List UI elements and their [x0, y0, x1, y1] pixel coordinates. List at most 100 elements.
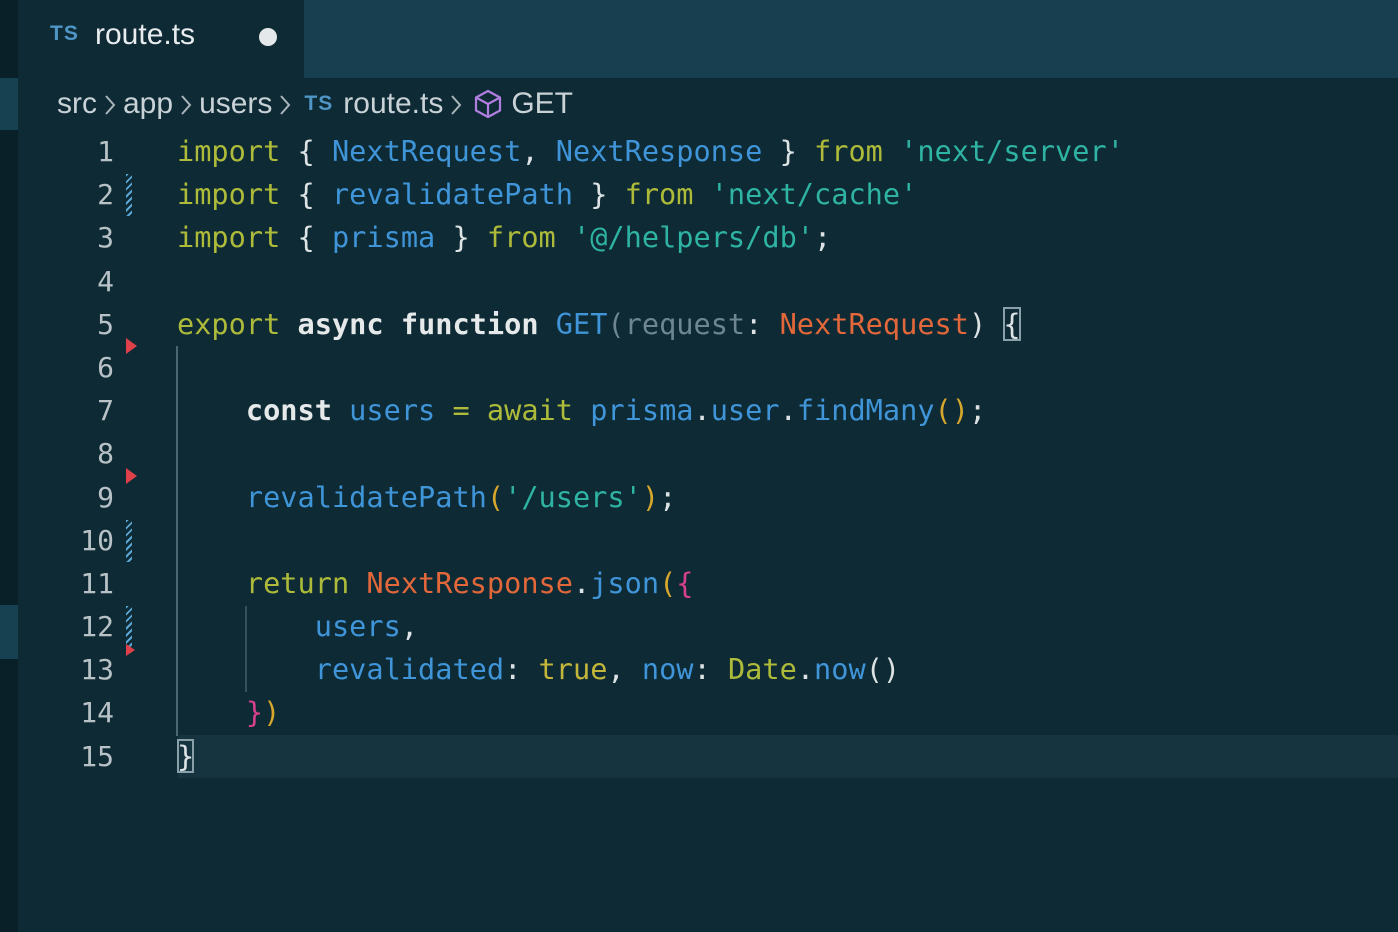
- deleted-line-gutter-icon[interactable]: [126, 468, 137, 484]
- punctuation: }: [779, 134, 797, 168]
- activity-active-marker-top: [0, 78, 18, 130]
- punctuation: }: [452, 220, 470, 255]
- activity-strip: [0, 0, 18, 932]
- type-annotation: NextRequest: [779, 306, 969, 341]
- tab-bar: TS route.ts: [18, 0, 1398, 78]
- punctuation: {: [297, 220, 315, 255]
- code-line-15: }: [177, 735, 1398, 778]
- code-content[interactable]: import { NextRequest, NextResponse } fro…: [177, 130, 1398, 778]
- string: 'next/server': [900, 134, 1124, 168]
- unsaved-dot-icon[interactable]: [259, 28, 277, 46]
- keyword: async: [297, 306, 384, 341]
- punctuation: ;: [814, 220, 832, 255]
- modified-line-gutter-icon[interactable]: [126, 606, 132, 648]
- line-number: 6: [97, 350, 114, 384]
- identifier: prisma: [590, 393, 694, 428]
- line-number: 3: [97, 221, 114, 255]
- keyword: await: [486, 393, 573, 428]
- punctuation: .: [693, 393, 711, 428]
- code-line-12: users,: [177, 605, 1398, 648]
- punctuation: ): [968, 306, 987, 341]
- punctuation: {: [676, 565, 694, 600]
- line-number: 5: [97, 307, 114, 341]
- breadcrumb: src app users TS route.ts GET: [57, 84, 573, 124]
- identifier: revalidatePath: [331, 177, 573, 212]
- property: user: [710, 393, 780, 428]
- punctuation: }: [590, 177, 608, 212]
- matched-bracket: }: [177, 738, 195, 773]
- keyword: from: [814, 134, 883, 168]
- punctuation: (): [934, 393, 969, 428]
- identifier: NextResponse: [555, 134, 763, 168]
- code-line-3: import { prisma } from '@/helpers/db';: [177, 216, 1398, 259]
- chevron-right-icon: [443, 87, 469, 121]
- tab-route-ts[interactable]: TS route.ts: [18, 0, 304, 78]
- punctuation: }: [245, 695, 264, 730]
- line-number: 11: [80, 566, 114, 600]
- deleted-line-gutter-icon[interactable]: [126, 338, 137, 354]
- chevron-right-icon: [173, 87, 199, 121]
- typescript-file-icon: TS: [50, 22, 79, 45]
- punctuation: ,: [607, 652, 625, 687]
- typescript-file-icon: TS: [304, 92, 334, 115]
- code-line-11: return NextResponse.json({: [177, 562, 1398, 605]
- breadcrumb-item-users[interactable]: users: [199, 87, 272, 121]
- breadcrumb-item-src[interactable]: src: [57, 87, 97, 121]
- code-line-9: revalidatePath('/users');: [177, 476, 1398, 519]
- line-number: 4: [97, 264, 114, 298]
- class-name: NextResponse: [366, 565, 573, 600]
- breadcrumb-item-app[interactable]: app: [123, 87, 173, 121]
- punctuation: (: [607, 306, 625, 341]
- punctuation: (: [486, 479, 505, 514]
- parameter: request: [624, 306, 746, 341]
- punctuation: {: [297, 134, 315, 168]
- modified-line-gutter-icon[interactable]: [126, 520, 132, 562]
- punctuation: ): [641, 479, 660, 514]
- code-editor[interactable]: 1 2 3 4 5 6 7 8 9 10 11 12 13 14 15 impo…: [18, 130, 1398, 932]
- punctuation: ): [263, 695, 281, 730]
- function-name: GET: [555, 306, 608, 341]
- property: revalidated: [314, 652, 505, 687]
- activity-active-marker-bottom: [0, 605, 18, 659]
- punctuation: ;: [659, 479, 677, 514]
- keyword: const: [245, 393, 332, 428]
- line-number: 7: [97, 394, 114, 428]
- keyword: return: [245, 565, 350, 600]
- identifier: prisma: [331, 220, 436, 255]
- code-line-13: revalidated: true, now: Date.now(): [177, 648, 1398, 691]
- line-number: 9: [97, 480, 114, 514]
- string: 'next/cache': [710, 177, 918, 212]
- tab-title: route.ts: [95, 18, 196, 51]
- symbol-method-cube-icon: [473, 88, 503, 120]
- identifier: NextRequest: [331, 134, 522, 168]
- chevron-right-icon: [97, 87, 123, 121]
- modified-line-gutter-icon[interactable]: [126, 174, 132, 216]
- keyword: import: [177, 220, 281, 255]
- breadcrumb-item-symbol[interactable]: GET: [511, 87, 573, 121]
- keyword: from: [486, 220, 556, 255]
- deleted-line-gutter-icon[interactable]: [126, 644, 135, 656]
- breadcrumb-item-file[interactable]: route.ts: [343, 87, 443, 121]
- punctuation: (: [659, 565, 677, 600]
- keyword: from: [624, 177, 694, 212]
- line-number-gutter: 1 2 3 4 5 6 7 8 9 10 11 12 13 14 15: [18, 130, 114, 778]
- punctuation: :: [693, 652, 711, 687]
- code-line-7: const users = await prisma.user.findMany…: [177, 389, 1398, 432]
- punctuation: ;: [968, 393, 987, 428]
- variable: users: [349, 393, 436, 428]
- class-name: Date: [727, 652, 797, 687]
- boolean: true: [538, 652, 608, 687]
- line-number: 12: [80, 610, 114, 644]
- function-call: findMany: [796, 393, 935, 428]
- keyword: export: [177, 306, 281, 341]
- punctuation: .: [572, 565, 591, 600]
- keyword: import: [177, 134, 281, 168]
- line-number: 15: [80, 739, 114, 773]
- punctuation: :: [504, 652, 522, 687]
- line-number: 2: [97, 178, 114, 212]
- line-number: 8: [97, 437, 114, 471]
- code-line-2: import { revalidatePath } from 'next/cac…: [177, 173, 1398, 216]
